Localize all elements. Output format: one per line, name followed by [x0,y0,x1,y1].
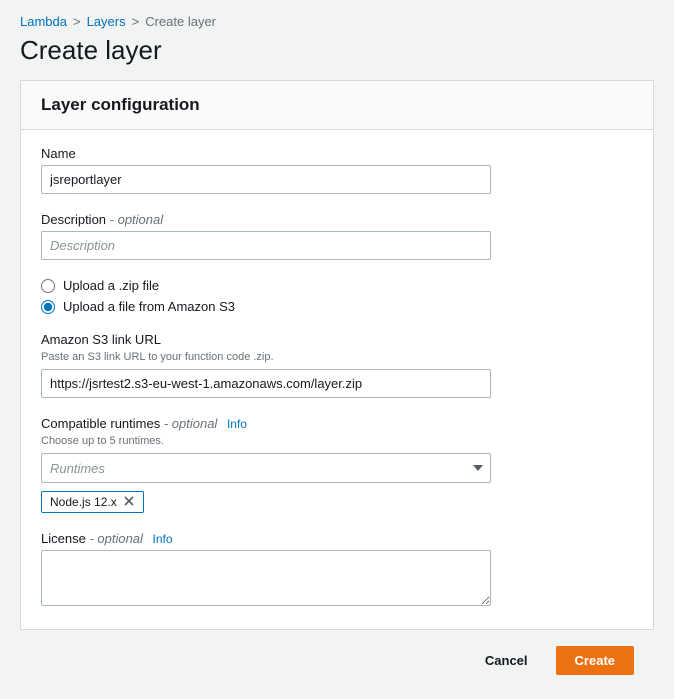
description-label: Description - optional [41,212,633,227]
breadcrumb-separator: > [132,14,140,29]
s3-url-input[interactable] [41,369,491,398]
license-label: License - optional Info [41,531,633,546]
s3-url-label: Amazon S3 link URL [41,332,633,347]
breadcrumb-current: Create layer [145,14,216,29]
license-info-link[interactable]: Info [153,532,173,546]
upload-zip-radio[interactable]: Upload a .zip file [41,278,633,293]
upload-source-radios: Upload a .zip file Upload a file from Am… [41,278,633,314]
radio-label-s3: Upload a file from Amazon S3 [63,299,235,314]
runtimes-field: Compatible runtimes - optional Info Choo… [41,416,633,513]
panel-title: Layer configuration [41,95,633,115]
radio-input-s3[interactable] [41,300,55,314]
runtimes-hint: Choose up to 5 runtimes. [41,435,633,447]
breadcrumb: Lambda > Layers > Create layer [20,14,654,29]
description-input[interactable] [41,231,491,260]
close-icon[interactable] [123,495,137,509]
s3-url-hint: Paste an S3 link URL to your function co… [41,351,633,363]
breadcrumb-separator: > [73,14,81,29]
runtimes-placeholder: Runtimes [50,461,105,476]
license-textarea[interactable] [41,550,491,606]
cancel-button[interactable]: Cancel [467,646,546,675]
s3-url-field: Amazon S3 link URL Paste an S3 link URL … [41,332,633,398]
caret-down-icon [473,465,483,471]
breadcrumb-link-layers[interactable]: Layers [87,14,126,29]
radio-label-zip: Upload a .zip file [63,278,159,293]
page-title: Create layer [20,35,654,66]
runtimes-select[interactable]: Runtimes [41,453,491,483]
license-field: License - optional Info [41,531,633,609]
form-actions: Cancel Create [20,630,654,685]
name-field: Name [41,146,633,194]
description-field: Description - optional [41,212,633,260]
create-button[interactable]: Create [556,646,634,675]
name-input[interactable] [41,165,491,194]
runtime-tag: Node.js 12.x [41,491,144,513]
runtime-tag-label: Node.js 12.x [50,495,117,509]
breadcrumb-link-lambda[interactable]: Lambda [20,14,67,29]
layer-config-panel: Layer configuration Name Description - o… [20,80,654,630]
panel-header: Layer configuration [21,81,653,130]
radio-input-zip[interactable] [41,279,55,293]
runtimes-label: Compatible runtimes - optional Info [41,416,633,431]
runtimes-info-link[interactable]: Info [227,417,247,431]
upload-s3-radio[interactable]: Upload a file from Amazon S3 [41,299,633,314]
name-label: Name [41,146,633,161]
